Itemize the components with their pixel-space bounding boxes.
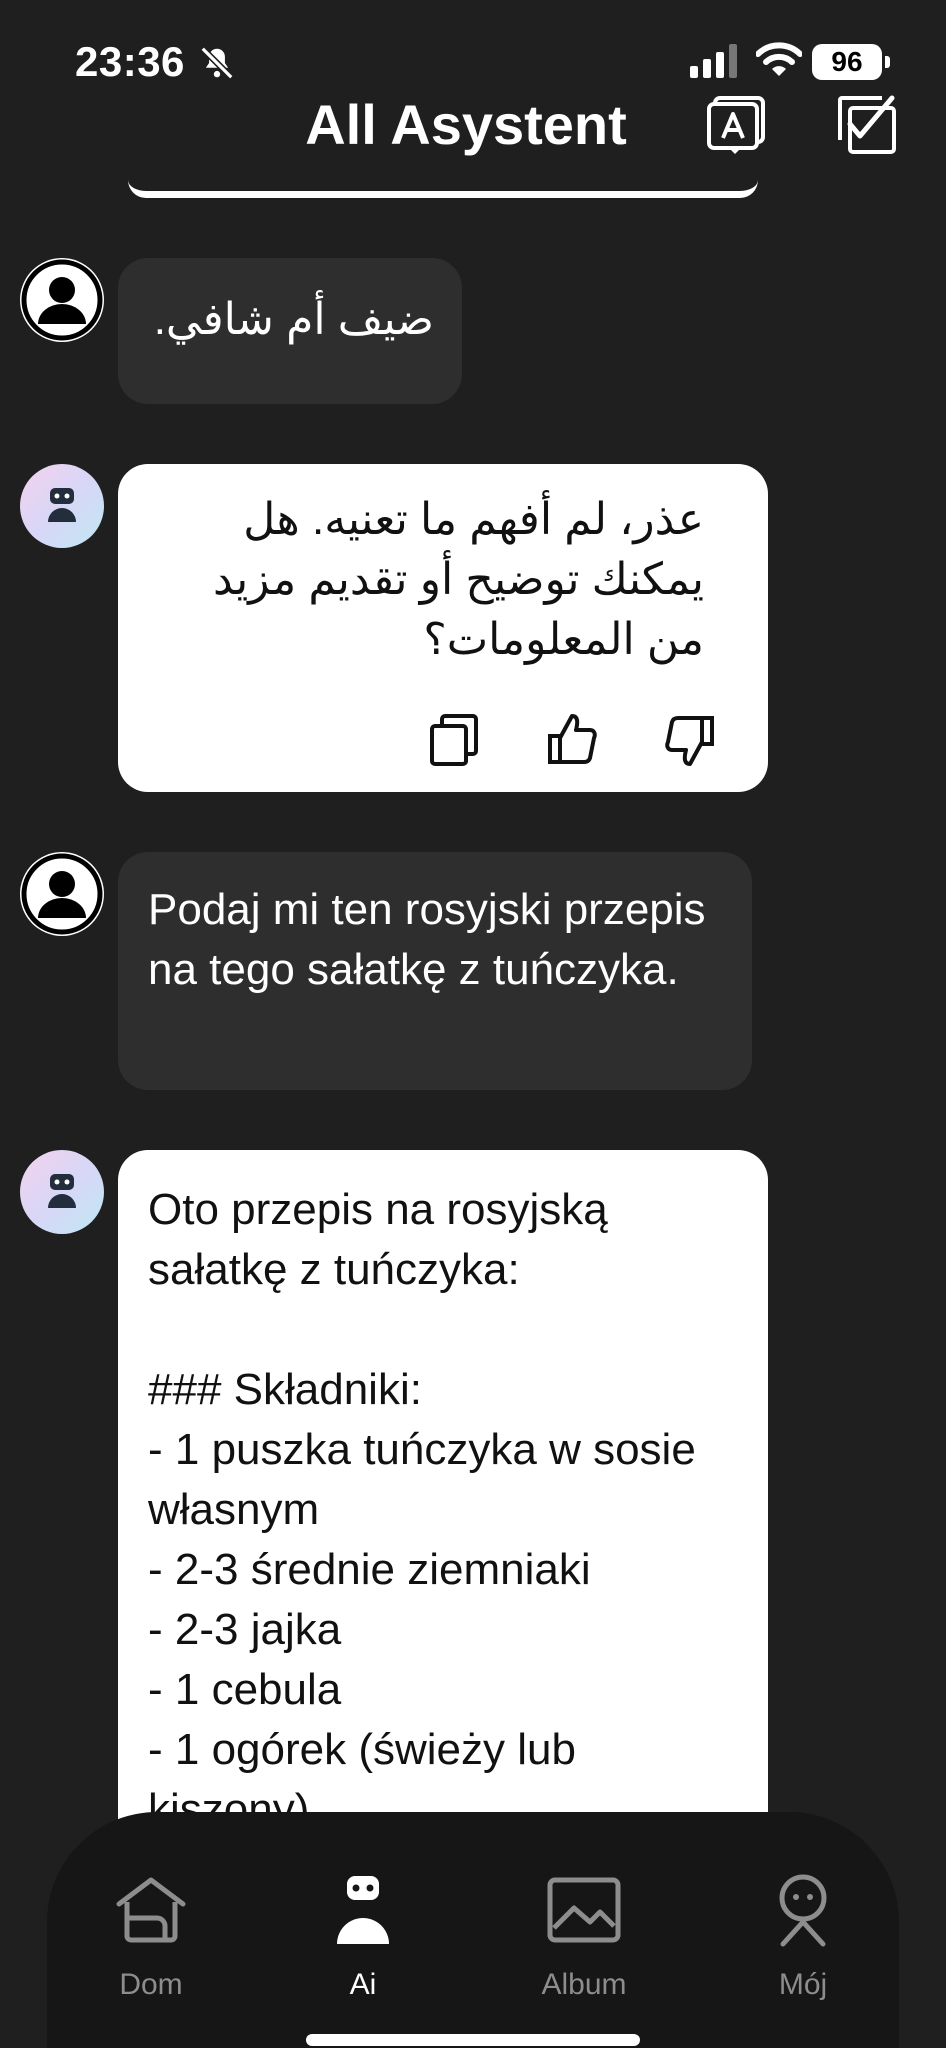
bottom-nav: Dom Ai Album Mój bbox=[47, 1812, 899, 2048]
battery-indicator: 96 bbox=[812, 44, 890, 80]
status-time: 23:36 bbox=[75, 38, 185, 85]
nav-label: Ai bbox=[349, 1968, 377, 2001]
nav-label: Dom bbox=[119, 1968, 183, 2001]
thumbs-down-icon[interactable] bbox=[664, 712, 716, 768]
translate-icon[interactable] bbox=[705, 94, 767, 156]
assistant-avatar bbox=[20, 464, 104, 548]
user-message-bubble[interactable]: Podaj mi ten rosyjski przepis na tego sa… bbox=[118, 852, 752, 1090]
profile-icon bbox=[779, 1874, 827, 1947]
nav-item-ai[interactable]: Ai bbox=[293, 1872, 433, 2002]
message-actions bbox=[428, 712, 716, 768]
message-text: Oto przepis na rosyjską sałatkę z tuńczy… bbox=[148, 1185, 696, 1834]
user-icon bbox=[21, 853, 103, 935]
message-text: Podaj mi ten rosyjski przepis na tego sa… bbox=[148, 885, 718, 994]
home-indicator bbox=[306, 2034, 640, 2046]
nav-item-dom[interactable]: Dom bbox=[81, 1872, 221, 2002]
message-text: عذر، لم أفهم ما تعنيه. هل يمكنك توضيح أو… bbox=[200, 495, 704, 664]
message-text: ضيف أم شافي. bbox=[153, 295, 434, 344]
user-icon bbox=[21, 259, 103, 341]
robot-icon bbox=[48, 488, 76, 522]
multi-select-icon[interactable] bbox=[836, 94, 898, 156]
bell-muted-icon bbox=[200, 46, 234, 80]
nav-label: Mój bbox=[778, 1968, 828, 2001]
user-avatar bbox=[20, 852, 104, 936]
thumbs-up-icon[interactable] bbox=[546, 712, 598, 768]
nav-label: Album bbox=[541, 1968, 627, 2001]
assistant-message-bubble[interactable]: عذر، لم أفهم ما تعنيه. هل يمكنك توضيح أو… bbox=[118, 464, 768, 792]
previous-message-edge bbox=[128, 180, 758, 198]
robot-icon bbox=[337, 1876, 389, 1944]
page-title: All Asystent bbox=[305, 93, 627, 156]
copy-icon[interactable] bbox=[428, 712, 480, 768]
cellular-signal-icon bbox=[690, 44, 737, 78]
robot-icon bbox=[48, 1174, 76, 1208]
assistant-avatar bbox=[20, 1150, 104, 1234]
wifi-icon bbox=[756, 42, 802, 76]
user-message-bubble[interactable]: ضيف أم شافي. bbox=[118, 258, 462, 404]
home-icon bbox=[116, 1877, 186, 1943]
user-avatar bbox=[20, 258, 104, 342]
chat-screen: 23:36 96 All Asystent ضيف أم شافي. عذر، … bbox=[0, 0, 946, 2048]
nav-item-album[interactable]: Album bbox=[514, 1872, 654, 2002]
nav-item-moj[interactable]: Mój bbox=[733, 1872, 873, 2002]
image-icon bbox=[547, 1877, 621, 1943]
